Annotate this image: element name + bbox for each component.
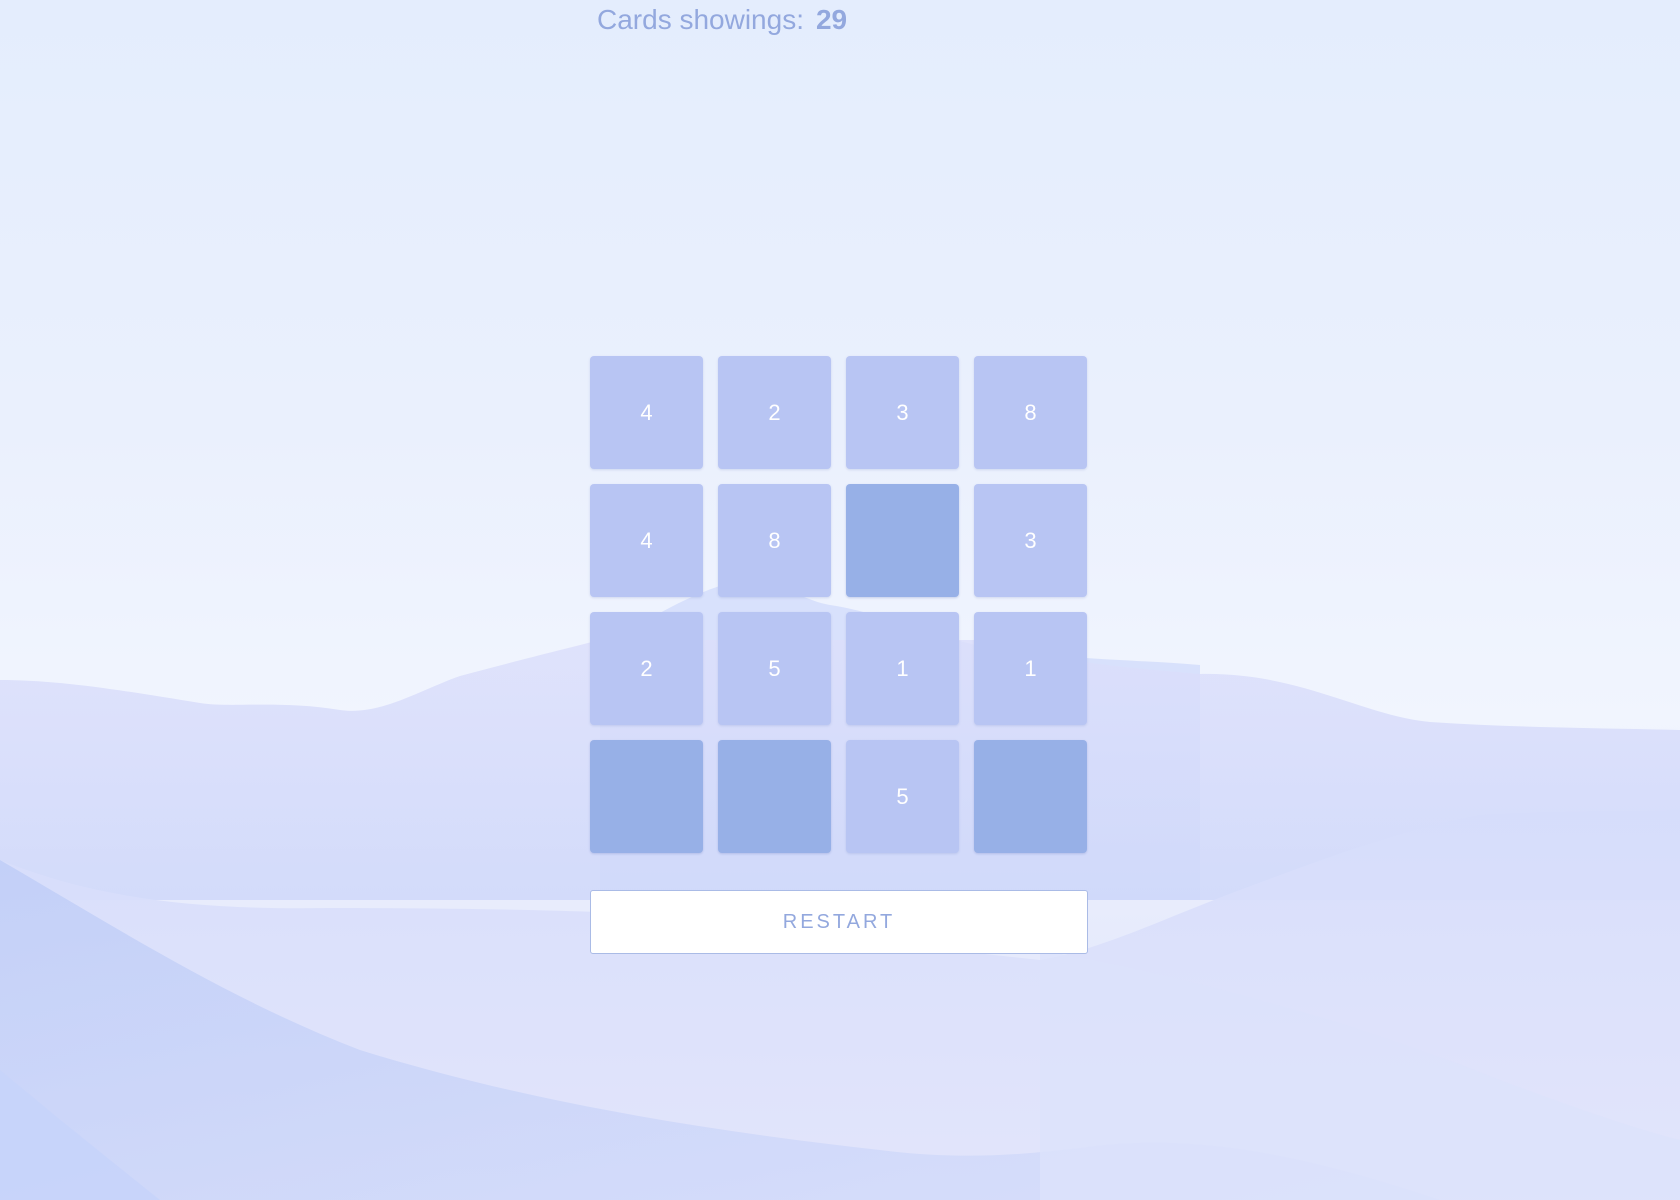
counter-label: Cards showings: [597,4,804,35]
card-face-down[interactable] [590,740,703,853]
card-face-down[interactable] [846,484,959,597]
card-face-up[interactable]: 1 [974,612,1087,725]
card-face-up[interactable]: 2 [718,356,831,469]
card-face-down[interactable] [718,740,831,853]
card-face-up[interactable]: 4 [590,356,703,469]
cards-showing-counter: Cards showings: 29 [597,4,847,36]
restart-button[interactable]: RESTART [590,890,1088,954]
card-face-up[interactable]: 8 [718,484,831,597]
card-face-down[interactable] [974,740,1087,853]
card-face-up[interactable]: 5 [846,740,959,853]
card-face-up[interactable]: 5 [718,612,831,725]
card-face-up[interactable]: 3 [974,484,1087,597]
card-face-up[interactable]: 8 [974,356,1087,469]
card-face-up[interactable]: 2 [590,612,703,725]
card-face-up[interactable]: 3 [846,356,959,469]
card-face-up[interactable]: 1 [846,612,959,725]
counter-value: 29 [815,4,848,35]
card-face-up[interactable]: 4 [590,484,703,597]
card-grid: 423848325115 [590,356,1088,853]
